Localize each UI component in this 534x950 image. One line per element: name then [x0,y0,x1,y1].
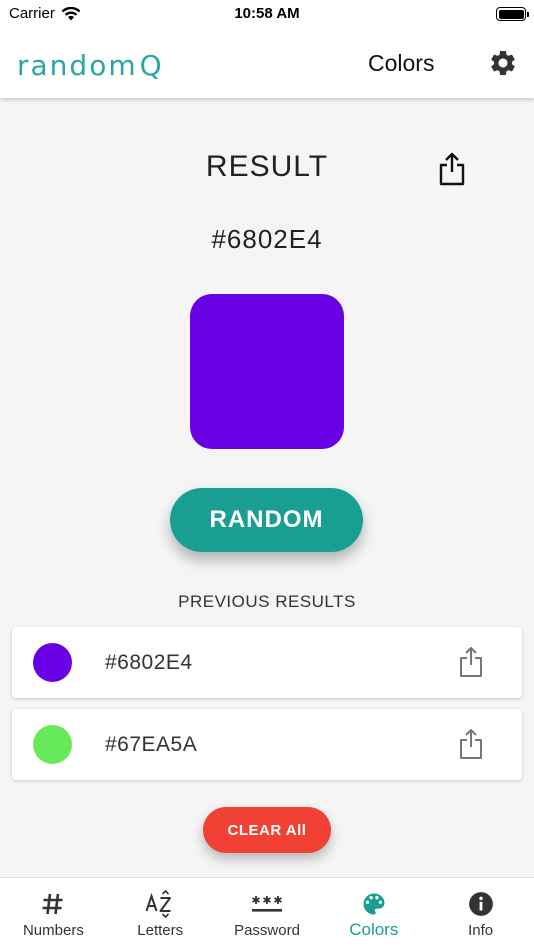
share-icon[interactable] [459,728,483,760]
random-button[interactable]: RANDOM [170,488,363,552]
result-color-swatch [190,294,344,449]
info-icon [468,892,493,916]
status-bar: Carrier 10:58 AM [0,0,534,28]
password-asterisks-icon [251,896,282,912]
history-color-dot [33,725,72,764]
logo-q: Q [139,48,164,82]
logo-text: random [17,48,138,82]
palette-icon [363,893,385,915]
history-item[interactable]: #6802E4 [12,627,522,698]
tab-letters[interactable]: Letters [107,878,214,950]
share-icon[interactable] [459,646,483,678]
clear-all-button[interactable]: CLEAR All [203,807,331,853]
tab-label: Colors [349,920,399,939]
history-color-dot [33,643,72,682]
tab-label: Info [468,922,494,939]
az-sort-icon [145,890,172,918]
page-title: Colors [368,50,435,76]
share-icon[interactable] [438,152,466,186]
tab-numbers[interactable]: Numbers [0,878,107,950]
tab-label: Numbers [22,922,84,939]
hash-icon [42,893,63,915]
settings-gear-icon[interactable] [488,48,518,78]
history-hex-value: #67EA5A [105,733,198,756]
tab-label: Letters [137,922,184,939]
tab-label: Password [234,922,300,939]
tab-colors[interactable]: Colors [320,878,427,950]
history-item[interactable]: #67EA5A [12,709,522,780]
history-hex-value: #6802E4 [105,651,193,674]
app-header: random Q Colors [0,28,534,98]
result-hex-value: #6802E4 [211,224,323,254]
tab-password[interactable]: Password [214,878,321,950]
tab-bar: Numbers Letters Password Colors Info [0,877,534,950]
tab-info[interactable]: Info [427,878,534,950]
previous-results-title: PREVIOUS RESULTS [178,592,356,611]
battery-icon [496,7,529,21]
app-logo: random Q [17,48,164,82]
status-time: 10:58 AM [234,5,300,22]
